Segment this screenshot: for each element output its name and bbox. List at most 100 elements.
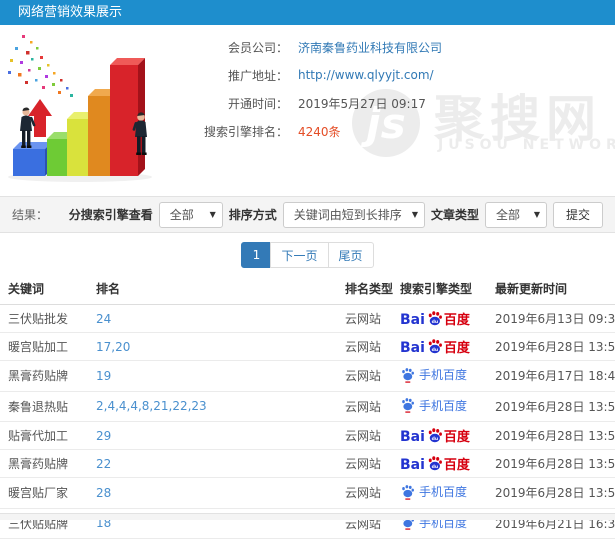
mobile-baidu-label: 手机百度 [419, 366, 467, 383]
rank-link[interactable]: 17,20 [88, 333, 337, 361]
baidu-logo: Bai du 百度 [400, 427, 470, 444]
sort-selected: 关键词由短到长排序 [294, 206, 402, 223]
mobile-baidu-label: 手机百度 [419, 397, 467, 414]
engine-cell: Bai du 百度 [392, 333, 487, 361]
page-1-button[interactable]: 1 [241, 242, 271, 268]
rank-link[interactable]: 19 [88, 361, 337, 392]
table-row: 黑膏药贴牌 19 云网站 Bai du 百度 [0, 361, 615, 392]
svg-text:du: du [431, 464, 438, 470]
col-engine-type: 搜索引擎类型 [392, 274, 487, 305]
table-row: 秦鲁退热贴 2,4,4,4,8,21,22,23 云网站 Bai du 百度 [0, 391, 615, 422]
svg-text:du: du [431, 347, 438, 353]
engine-view-label: 分搜索引擎查看 [69, 206, 153, 223]
rank-type-cell: 云网站 [337, 333, 392, 361]
info-row-company: 会员公司： 济南秦鲁药业科技有限公司 [168, 33, 442, 61]
baidu-paw-icon: du [426, 455, 443, 472]
rank-count-label: 搜索引擎排名： [168, 123, 288, 140]
updated-cell: 2019年6月28日 13:54 [487, 391, 615, 422]
company-info: 会员公司： 济南秦鲁药业科技有限公司 推广地址： http://www.qlyy… [168, 33, 442, 145]
mobile-baidu-logo: 手机百度 [400, 483, 467, 500]
engine-view-select[interactable]: 全部 ▼ [159, 202, 223, 228]
bar-blue [13, 142, 52, 176]
table-row: 暖宫贴加工 17,20 云网站 Bai du 百度 [0, 333, 615, 361]
engine-view-selected: 全部 [170, 206, 194, 223]
table-row: 三伏贴批发 24 云网站 Bai du 百度 [0, 305, 615, 333]
info-row-rank-count: 搜索引擎排名： 4240条 [168, 117, 442, 145]
company-label: 会员公司： [168, 39, 288, 56]
last-page-button[interactable]: 尾页 [328, 242, 374, 268]
article-type-select[interactable]: 全部 ▼ [485, 202, 547, 228]
engine-cell: Bai du 百度 [392, 478, 487, 509]
results-label: 结果： [12, 206, 48, 223]
company-link[interactable]: 济南秦鲁药业科技有限公司 [298, 39, 442, 56]
table-row: 贴膏代加工 29 云网站 Bai du 百度 [0, 422, 615, 450]
keyword-cell: 暖宫贴加工 [0, 333, 88, 361]
updated-cell: 2019年6月28日 13:56 [487, 450, 615, 478]
next-page-button[interactable]: 下一页 [270, 242, 328, 268]
baidu-logo-text-cn: 百度 [444, 431, 470, 444]
baidu-logo-text-cn: 百度 [444, 342, 470, 355]
rank-type-cell: 云网站 [337, 450, 392, 478]
growth-chart-illustration [0, 31, 170, 183]
baidu-logo-text-bai: Bai [400, 430, 425, 444]
rank-link[interactable]: 2,4,4,4,8,21,22,23 [88, 391, 337, 422]
dropdown-arrow-icon: ▼ [534, 210, 540, 219]
rank-type-cell: 云网站 [337, 422, 392, 450]
svg-text:du: du [431, 436, 438, 442]
footer-strip [0, 513, 615, 520]
article-type-label: 文章类型 [431, 206, 479, 223]
baidu-logo: Bai du 百度 [400, 455, 470, 472]
keyword-cell: 黑膏药贴牌 [0, 450, 88, 478]
rank-type-cell: 云网站 [337, 361, 392, 392]
rank-link[interactable]: 22 [88, 450, 337, 478]
baidu-logo-text-cn: 百度 [444, 314, 470, 327]
article-type-selected: 全部 [496, 206, 520, 223]
rank-type-cell: 云网站 [337, 478, 392, 509]
promo-url-label: 推广地址： [168, 67, 288, 84]
col-rank: 排名 [88, 274, 337, 305]
table-row: 暖宫贴厂家 28 云网站 Bai du 百度 [0, 478, 615, 509]
watermark-subtitle: JUSOU NETWORK [438, 137, 615, 153]
baidu-logo-text-cn: 百度 [444, 459, 470, 472]
updated-cell: 2019年6月17日 18:45 [487, 361, 615, 392]
info-row-open-time: 开通时间： 2019年5月27日 09:17 [168, 89, 442, 117]
rank-count-value: 4240条 [298, 123, 341, 140]
sort-label: 排序方式 [229, 206, 277, 223]
col-rank-type: 排名类型 [337, 274, 392, 305]
dropdown-arrow-icon: ▼ [210, 210, 216, 219]
engine-cell: Bai du 百度 [392, 450, 487, 478]
promo-url-link[interactable]: http://www.qlyyjt.com/ [298, 68, 434, 82]
info-section: js 聚搜网 JUSOU NETWORK 会员公司： 济南秦鲁药业科技有限公司 … [0, 25, 615, 196]
baidu-paw-icon: du [426, 427, 443, 444]
keyword-cell: 暖宫贴厂家 [0, 478, 88, 509]
filter-group: 分搜索引擎查看 全部 ▼ 排序方式 关键词由短到长排序 ▼ 文章类型 全部 ▼ … [69, 202, 603, 228]
pagination: 1 下一页 尾页 [0, 242, 615, 268]
baidu-logo: Bai du 百度 [400, 338, 470, 355]
submit-button[interactable]: 提交 [553, 202, 603, 228]
keyword-ranking-table: 关键词 排名 排名类型 搜索引擎类型 最新更新时间 三伏贴批发 24 云网站 B… [0, 274, 615, 539]
rank-link[interactable]: 28 [88, 478, 337, 509]
engine-cell: Bai du 百度 [392, 361, 487, 392]
rank-link[interactable]: 24 [88, 305, 337, 333]
page-header: 网络营销效果展示 [0, 0, 615, 25]
baidu-logo: Bai du 百度 [400, 310, 470, 327]
keyword-cell: 贴膏代加工 [0, 422, 88, 450]
mobile-baidu-paw-icon [400, 397, 415, 413]
dropdown-arrow-icon: ▼ [412, 210, 418, 219]
rank-link[interactable]: 29 [88, 422, 337, 450]
page-title: 网络营销效果展示 [18, 5, 122, 20]
engine-cell: Bai du 百度 [392, 305, 487, 333]
baidu-paw-icon: du [426, 338, 443, 355]
rank-type-cell: 云网站 [337, 305, 392, 333]
keyword-cell: 黑膏药贴牌 [0, 361, 88, 392]
updated-cell: 2019年6月28日 13:53 [487, 333, 615, 361]
mobile-baidu-paw-icon [400, 367, 415, 383]
updated-cell: 2019年6月28日 13:56 [487, 478, 615, 509]
mobile-baidu-logo: 手机百度 [400, 397, 467, 414]
svg-text:du: du [431, 319, 438, 325]
col-keyword: 关键词 [0, 274, 88, 305]
info-row-url: 推广地址： http://www.qlyyjt.com/ [168, 61, 442, 89]
sort-select[interactable]: 关键词由短到长排序 ▼ [283, 202, 425, 228]
rank-type-cell: 云网站 [337, 391, 392, 422]
updated-cell: 2019年6月28日 13:53 [487, 422, 615, 450]
